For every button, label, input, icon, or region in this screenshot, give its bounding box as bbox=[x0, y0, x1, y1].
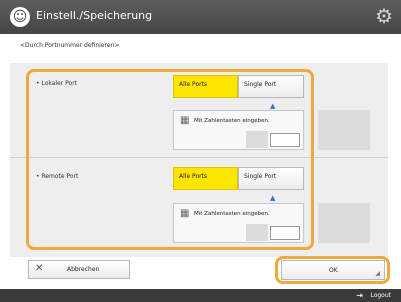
numeric-entry-box-local: ▦ Mit Zahlentasten eingeben. bbox=[173, 110, 304, 150]
footer-bar: ⇥ Logout bbox=[0, 289, 401, 302]
numpad-icon: ▦ bbox=[180, 115, 190, 126]
ok-button-label: OK bbox=[329, 267, 338, 274]
numeric-key-area bbox=[246, 224, 268, 241]
section-label-local-port: • Lokaler Port bbox=[36, 80, 78, 87]
ok-button[interactable]: OK ◢ bbox=[281, 260, 385, 280]
cancel-button[interactable]: ✕ Abbrechen bbox=[28, 260, 130, 279]
logout-link[interactable]: Logout bbox=[370, 292, 391, 299]
section-label-remote-port: • Remote Port bbox=[36, 173, 79, 180]
side-panel-remote bbox=[318, 203, 370, 243]
side-panel-local bbox=[318, 110, 370, 150]
all-ports-button-local[interactable]: Alle Ports bbox=[173, 75, 238, 98]
numeric-key-area bbox=[246, 131, 268, 148]
remote-port-number-field[interactable] bbox=[270, 226, 300, 240]
numeric-entry-label-local: Mit Zahlentasten eingeben. bbox=[194, 118, 270, 124]
gear-icon[interactable]: ⚙ bbox=[375, 6, 393, 26]
logout-icon[interactable]: ⇥ bbox=[356, 291, 363, 300]
corner-mark-icon: ◢ bbox=[375, 270, 380, 277]
app-title: Einstell./Speicherung bbox=[36, 9, 153, 22]
close-icon: ✕ bbox=[35, 263, 44, 274]
page-subtitle: <Durch Portnummer definieren> bbox=[20, 42, 120, 49]
arrow-up-icon: ▲ bbox=[270, 102, 276, 110]
arrow-up-icon: ▲ bbox=[270, 194, 276, 202]
all-ports-button-remote[interactable]: Alle Ports bbox=[173, 167, 238, 190]
user-circle-icon: ☺ bbox=[10, 7, 30, 27]
single-port-button-local[interactable]: Single Port bbox=[238, 75, 304, 98]
numpad-icon: ▦ bbox=[180, 208, 190, 219]
numeric-entry-label-remote: Mit Zahlentasten eingeben. bbox=[194, 211, 270, 217]
title-bar: ☺ Einstell./Speicherung ⚙ bbox=[0, 0, 401, 34]
numeric-entry-box-remote: ▦ Mit Zahlentasten eingeben. bbox=[173, 203, 304, 243]
local-port-number-field[interactable] bbox=[270, 133, 300, 147]
single-port-button-remote[interactable]: Single Port bbox=[238, 167, 304, 190]
cancel-button-label: Abbrechen bbox=[67, 266, 100, 273]
